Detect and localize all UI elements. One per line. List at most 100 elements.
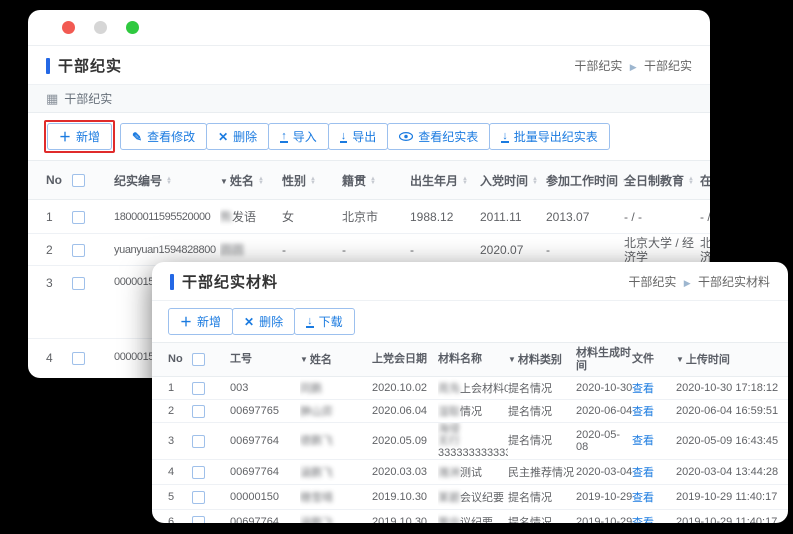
view-file-link[interactable]: 查看 bbox=[632, 517, 654, 523]
col-birth[interactable]: 出生年月▲▼ bbox=[410, 161, 480, 200]
import-label: 导入 bbox=[293, 128, 317, 145]
view-file-link[interactable]: 查看 bbox=[632, 383, 654, 395]
col-name[interactable]: ▼姓名▲▼ bbox=[220, 161, 282, 200]
name-cell: 熊发语 bbox=[220, 200, 282, 234]
breadcrumb-parent[interactable]: 干部纪实 bbox=[628, 275, 676, 289]
select-all-checkbox[interactable] bbox=[72, 174, 85, 187]
delete-button[interactable]: ✕ 删除 bbox=[232, 308, 295, 335]
add-label: 新增 bbox=[197, 313, 221, 330]
table-row[interactable]: 4 00697764 涵鹏飞 2020.03.03 潍洲测试 民主推荐情况 20… bbox=[152, 460, 788, 485]
export-button[interactable]: ↓ 导出 bbox=[328, 123, 389, 150]
row-checkbox[interactable] bbox=[192, 405, 205, 418]
table-row[interactable]: 3 00697764 德鹏飞 2020.05.09 海侵 无行333333333… bbox=[152, 423, 788, 460]
col-category[interactable]: ▼材料类别 bbox=[508, 343, 576, 377]
page-title-text: 干部纪实 bbox=[58, 55, 122, 76]
table-row[interactable]: 1 003 同鹏 2020.10.02 周凫上会材料001 提名情况 2020-… bbox=[152, 377, 788, 400]
section-label: 干部纪实 bbox=[64, 90, 112, 107]
col-file: 文件 bbox=[632, 343, 676, 377]
sort-icon[interactable]: ▲▼ bbox=[532, 177, 538, 186]
col-generated[interactable]: 材料生成时间 bbox=[576, 343, 632, 377]
view-file-link[interactable]: 查看 bbox=[632, 406, 654, 418]
col-join-party[interactable]: 入党时间▲▼ bbox=[480, 161, 546, 200]
col-native-place[interactable]: 籍贯▲▼ bbox=[342, 161, 410, 200]
table-row[interactable]: 5 00000150 穗雪晴 2019.10.30 某碧会议纪要 提名情况 20… bbox=[152, 485, 788, 510]
filter-icon[interactable]: ▼ bbox=[508, 355, 516, 364]
table-row[interactable]: 2 yuanyuan1594828800 圆圆 - - - 2020.07 - … bbox=[28, 234, 710, 266]
minimize-window-button[interactable] bbox=[94, 21, 107, 34]
view-edit-button[interactable]: ✎ 查看修改 bbox=[120, 123, 207, 150]
view-record-table-button[interactable]: 查看纪实表 bbox=[387, 123, 490, 150]
row-checkbox[interactable] bbox=[72, 211, 85, 224]
filter-icon[interactable]: ▼ bbox=[676, 355, 684, 364]
add-button[interactable]: ＋ 新增 bbox=[47, 123, 112, 150]
row-checkbox[interactable] bbox=[192, 466, 205, 479]
name-cell: 涵鹏飞 bbox=[300, 460, 372, 485]
col-record-id[interactable]: 纪实编号▲▼ bbox=[114, 161, 220, 200]
page-title: 干部纪实材料 bbox=[170, 271, 278, 292]
table-row[interactable]: 6 00697764 涵鹏飞 2019.10.30 策中议纪要 提名情况 201… bbox=[152, 510, 788, 524]
view-record-table-label: 查看纪实表 bbox=[418, 128, 478, 145]
row-checkbox[interactable] bbox=[72, 277, 85, 290]
add-button[interactable]: ＋ 新增 bbox=[168, 308, 233, 335]
row-checkbox[interactable] bbox=[192, 516, 205, 524]
breadcrumb-arrow-icon: ▶ bbox=[626, 62, 641, 72]
col-material[interactable]: 材料名称 bbox=[438, 343, 508, 377]
page-header: 干部纪实 干部纪实 ▶ 干部纪实 bbox=[28, 46, 710, 85]
download-label: 下载 bbox=[319, 313, 343, 330]
close-window-button[interactable] bbox=[62, 21, 75, 34]
material-cell: 潍洲测试 bbox=[438, 460, 508, 485]
sort-icon[interactable]: ▲▼ bbox=[258, 177, 264, 186]
material-cell: 周凫上会材料001 bbox=[438, 377, 508, 400]
page-title-text: 干部纪实材料 bbox=[182, 271, 278, 292]
breadcrumb: 干部纪实 ▶ 干部纪实 bbox=[574, 57, 692, 74]
row-checkbox[interactable] bbox=[192, 491, 205, 504]
sort-icon[interactable]: ▲▼ bbox=[688, 177, 694, 186]
table-row[interactable]: 1 18000011595520000 熊发语 女 北京市 1988.12 20… bbox=[28, 200, 710, 234]
plus-icon: ＋ bbox=[59, 131, 71, 143]
sort-icon[interactable]: ▲▼ bbox=[462, 177, 468, 186]
view-file-link[interactable]: 查看 bbox=[632, 435, 654, 447]
col-onjob-edu[interactable]: 在职教育 bbox=[700, 161, 710, 200]
row-checkbox[interactable] bbox=[72, 244, 85, 257]
breadcrumb-current: 干部纪实 bbox=[644, 59, 692, 73]
col-join-work[interactable]: 参加工作时间▲▼ bbox=[546, 161, 624, 200]
view-file-link[interactable]: 查看 bbox=[632, 467, 654, 479]
table-row[interactable]: 2 00697765 胂山弈 2020.06.04 湿取情况 提名情况 2020… bbox=[152, 400, 788, 423]
batch-export-label: 批量导出纪实表 bbox=[514, 128, 598, 145]
sort-icon[interactable]: ▲▼ bbox=[166, 177, 172, 186]
col-job-no[interactable]: 工号 bbox=[230, 343, 300, 377]
row-checkbox[interactable] bbox=[72, 352, 85, 365]
batch-export-button[interactable]: ↓ 批量导出纪实表 bbox=[489, 123, 610, 150]
col-meeting-date[interactable]: 上党会日期 bbox=[372, 343, 438, 377]
record-id: yuanyuan1594828800 bbox=[114, 234, 220, 266]
row-checkbox[interactable] bbox=[192, 382, 205, 395]
col-gender[interactable]: 性别▲▼ bbox=[282, 161, 342, 200]
view-file-link[interactable]: 查看 bbox=[632, 492, 654, 504]
breadcrumb-parent[interactable]: 干部纪实 bbox=[574, 59, 622, 73]
select-all-checkbox[interactable] bbox=[192, 353, 205, 366]
page-header: 干部纪实材料 干部纪实 ▶ 干部纪实材料 bbox=[152, 262, 788, 301]
col-uploaded[interactable]: ▼上传时间 bbox=[676, 343, 788, 377]
material-cell: 策中议纪要 bbox=[438, 510, 508, 524]
select-all-checkbox-cell bbox=[72, 161, 114, 200]
toolbar: ＋ 新增 ✕ 删除 ↓ 下载 bbox=[152, 301, 788, 342]
name-cell: 同鹏 bbox=[300, 377, 372, 400]
name-cell: 圆圆 bbox=[220, 234, 282, 266]
sort-icon[interactable]: ▲▼ bbox=[370, 177, 376, 186]
section-header: ▦ 干部纪实 bbox=[28, 85, 710, 113]
name-cell: 德鹏飞 bbox=[300, 423, 372, 460]
add-button-highlight: ＋ 新增 bbox=[44, 120, 115, 153]
delete-button[interactable]: ✕ 删除 bbox=[206, 123, 269, 150]
row-checkbox[interactable] bbox=[192, 435, 205, 448]
title-accent-bar bbox=[170, 274, 174, 290]
col-fulltime-edu[interactable]: 全日制教育▲▼ bbox=[624, 161, 700, 200]
import-button[interactable]: ↑ 导入 bbox=[268, 123, 329, 150]
table-header-row: No 纪实编号▲▼ ▼姓名▲▼ 性别▲▼ 籍贯▲▼ 出生年月▲▼ 入党时间▲▼ … bbox=[28, 161, 710, 200]
title-accent-bar bbox=[46, 58, 50, 74]
download-button[interactable]: ↓ 下载 bbox=[294, 308, 355, 335]
filter-icon[interactable]: ▼ bbox=[220, 177, 228, 186]
maximize-window-button[interactable] bbox=[126, 21, 139, 34]
filter-icon[interactable]: ▼ bbox=[300, 355, 308, 364]
sort-icon[interactable]: ▲▼ bbox=[310, 177, 316, 186]
col-name[interactable]: ▼姓名 bbox=[300, 343, 372, 377]
